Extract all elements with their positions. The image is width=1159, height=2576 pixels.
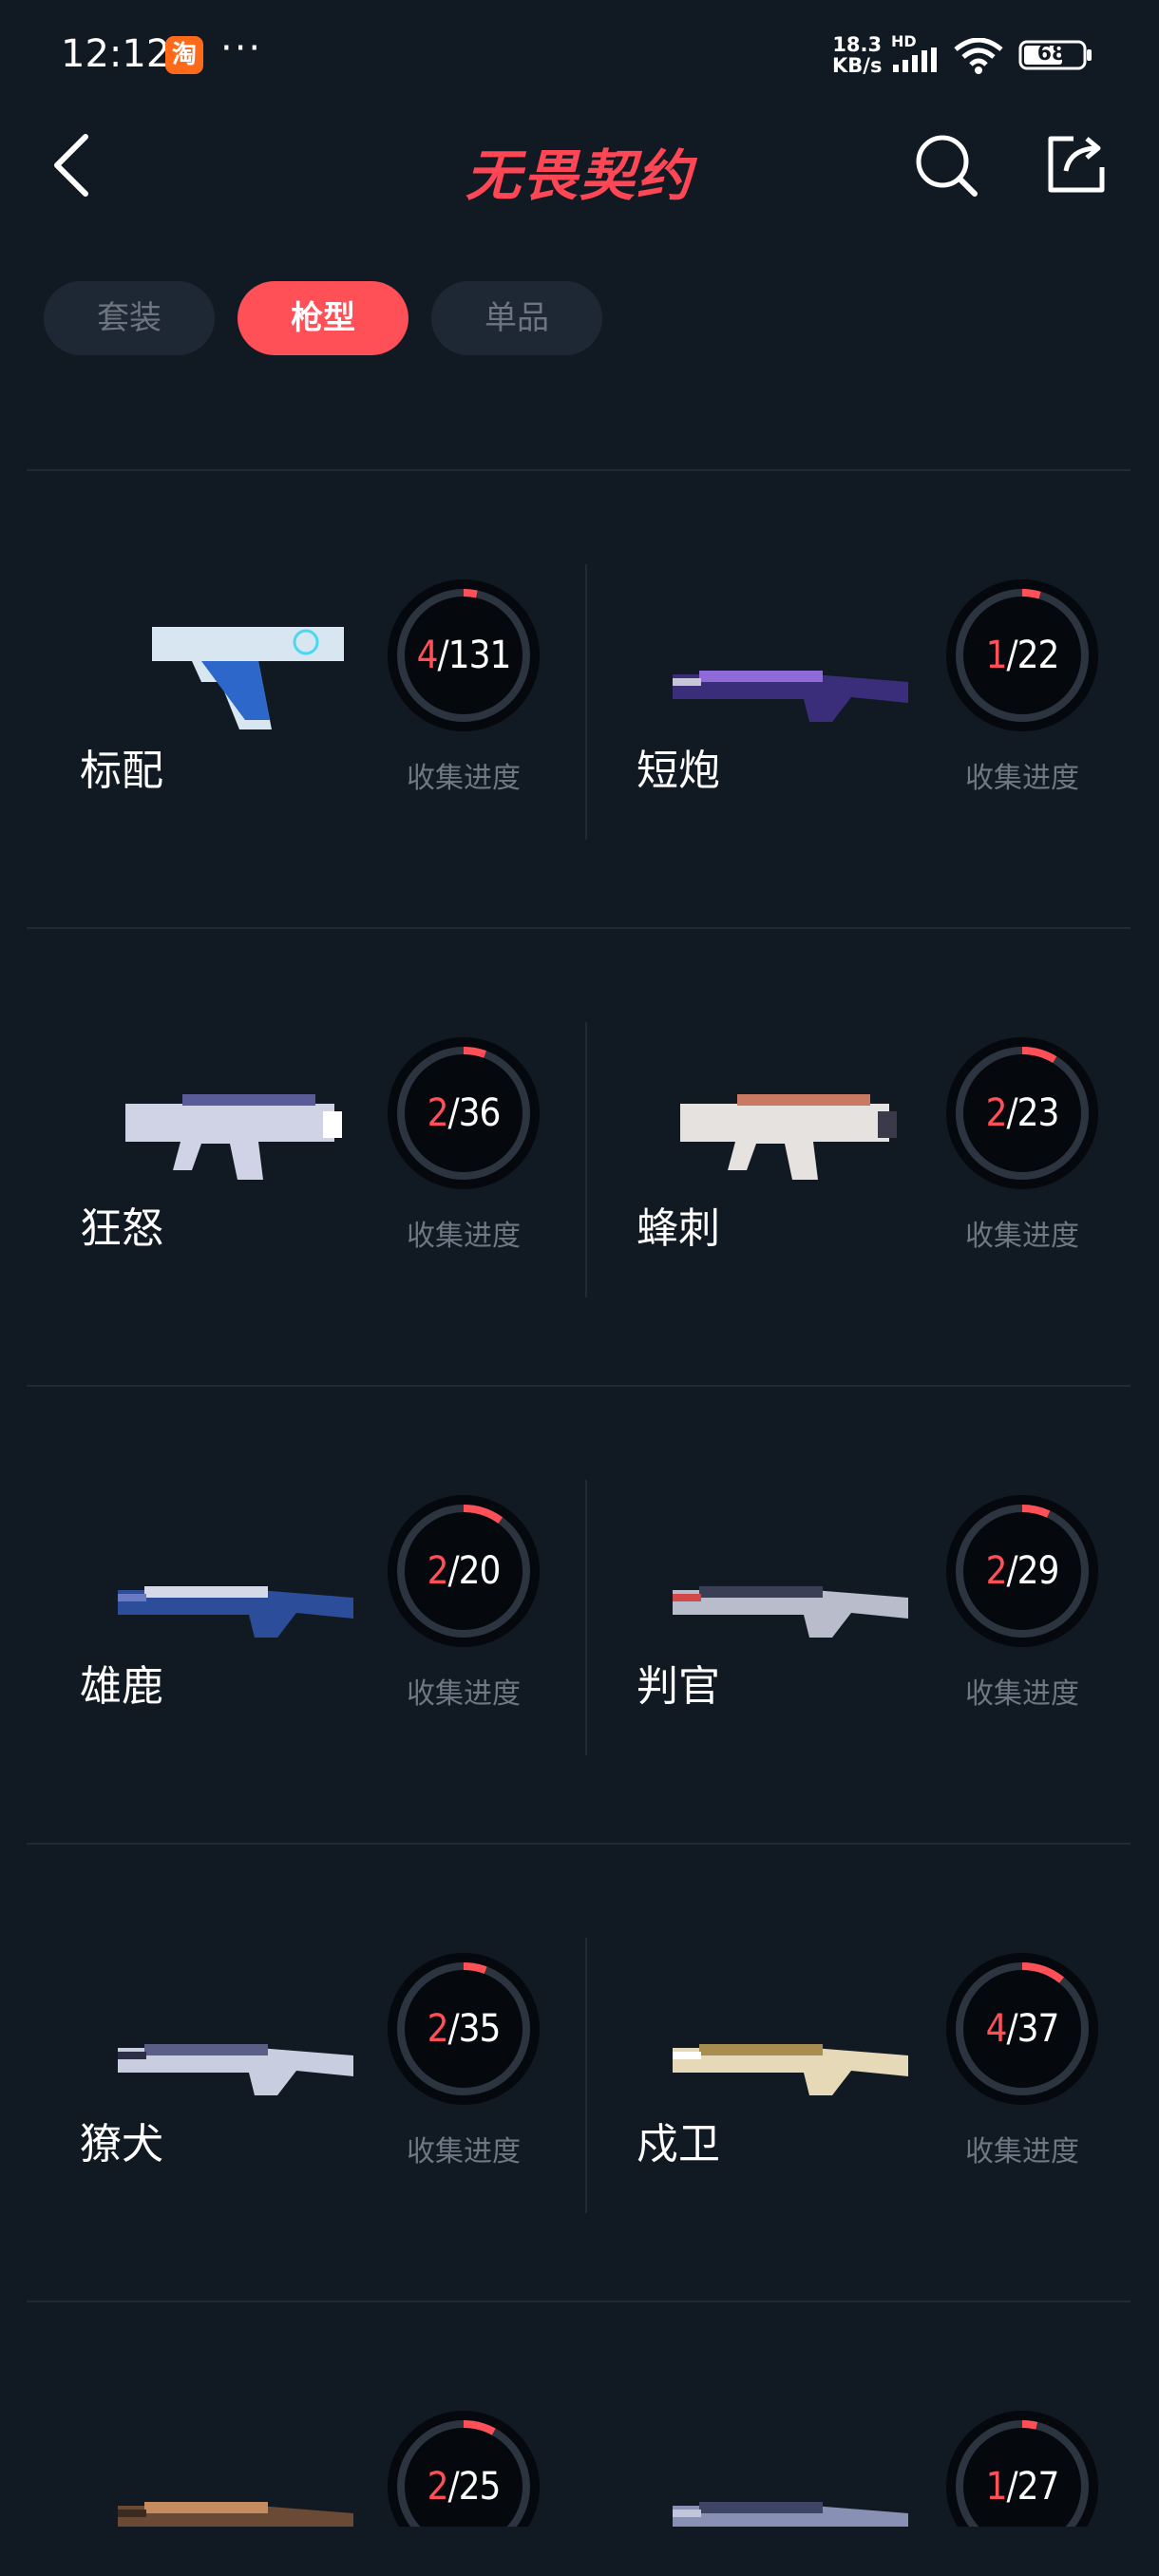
- weapon-name: 短炮: [636, 747, 720, 795]
- weapon-image: [673, 1586, 908, 1638]
- total-count: 131: [447, 634, 512, 677]
- progress-count: 2/35: [388, 1953, 540, 2105]
- collected-count: 2: [427, 2007, 449, 2051]
- weapon-image: [125, 1094, 342, 1180]
- progress-count: 2/23: [946, 1037, 1098, 1189]
- progress-label: 收集进度: [407, 762, 521, 795]
- weapon-image: [118, 1586, 353, 1638]
- progress-label: 收集进度: [965, 1220, 1079, 1253]
- progress-label: 收集进度: [407, 2135, 521, 2169]
- weapon-name: 雄鹿: [80, 1662, 163, 1711]
- row-divider: [27, 1843, 1130, 1845]
- total-count: 37: [1016, 2007, 1060, 2051]
- category-tabs: 套装 枪型 单品: [44, 281, 602, 355]
- weapon-image: [673, 671, 908, 722]
- progress-label: 收集进度: [965, 762, 1079, 795]
- weapon-name: 蜂刺: [636, 1204, 720, 1253]
- weapon-card[interactable]: 雄鹿 2/20 收集进度: [30, 1467, 587, 1761]
- row-divider: [27, 2301, 1130, 2302]
- search-icon[interactable]: [914, 133, 980, 199]
- weapon-image: [152, 627, 344, 729]
- page-title-logo: 无畏契约: [465, 143, 694, 208]
- status-bar: 12:12 淘 ··· 18.3 KB/s HD 68: [0, 0, 1159, 104]
- share-icon[interactable]: [1045, 133, 1108, 196]
- row-divider: [27, 469, 1130, 471]
- total-count: 35: [458, 2007, 502, 2051]
- weapon-name: 判官: [636, 1662, 720, 1711]
- app-screen: 12:12 淘 ··· 18.3 KB/s HD 68 无畏契约 套装 枪型 单…: [0, 0, 1159, 2576]
- row-divider: [27, 1385, 1130, 1387]
- wifi-icon: [954, 38, 1003, 74]
- progress-count: 2/29: [946, 1495, 1098, 1647]
- count-separator: /: [1006, 2465, 1017, 2509]
- progress-count: 1/22: [946, 579, 1098, 731]
- battery-level: 68: [1036, 42, 1067, 66]
- progress-count: 2/20: [388, 1495, 540, 1647]
- weapon-card[interactable]: 狂怒 2/36 收集进度: [30, 1009, 587, 1303]
- taobao-app-icon: 淘: [165, 36, 203, 74]
- weapon-card[interactable]: 短炮 1/22 收集进度: [589, 551, 1146, 845]
- collected-count: 2: [427, 1091, 449, 1135]
- weapon-card[interactable]: 标配 4/131 收集进度: [30, 551, 587, 845]
- weapon-name: 标配: [80, 747, 163, 795]
- network-speed: 18.3 KB/s: [832, 34, 882, 76]
- collected-count: 2: [985, 1549, 1008, 1593]
- total-count: 20: [458, 1549, 502, 1593]
- status-time: 12:12: [61, 32, 171, 76]
- collected-count: 4: [985, 2007, 1008, 2051]
- count-separator: /: [447, 2007, 459, 2051]
- count-separator: /: [1006, 634, 1017, 677]
- collected-count: 4: [416, 634, 439, 677]
- count-separator: /: [447, 1091, 459, 1135]
- total-count: 36: [458, 1091, 502, 1135]
- total-count: 27: [1016, 2465, 1060, 2509]
- tab-gun-type[interactable]: 枪型: [238, 281, 408, 355]
- count-separator: /: [1006, 2007, 1017, 2051]
- weapon-card[interactable]: 蜂刺 2/23 收集进度: [589, 1009, 1146, 1303]
- weapon-card[interactable]: 判官 2/29 收集进度: [589, 1467, 1146, 1761]
- weapon-name: 獠犬: [80, 2120, 163, 2169]
- weapon-card[interactable]: 獠犬 2/35 收集进度: [30, 1924, 587, 2219]
- collected-count: 1: [985, 634, 1008, 677]
- row-divider: [27, 927, 1130, 929]
- total-count: 29: [1016, 1549, 1060, 1593]
- tab-single-item[interactable]: 单品: [431, 281, 602, 355]
- tab-suit[interactable]: 套装: [44, 281, 215, 355]
- count-separator: /: [1006, 1091, 1017, 1135]
- chevron-left-icon[interactable]: [48, 131, 95, 199]
- weapon-name: 戍卫: [636, 2120, 720, 2169]
- total-count: 25: [458, 2465, 502, 2509]
- weapon-image: [680, 1094, 897, 1180]
- weapon-image: [673, 2044, 908, 2095]
- collected-count: 2: [985, 1091, 1008, 1135]
- count-separator: /: [447, 2465, 459, 2509]
- network-speed-value: 18.3: [832, 33, 883, 56]
- count-separator: /: [437, 634, 449, 677]
- collected-count: 1: [985, 2465, 1008, 2509]
- more-notifications-icon: ···: [220, 27, 263, 70]
- count-separator: /: [1006, 1549, 1017, 1593]
- progress-label: 收集进度: [407, 1677, 521, 1711]
- total-count: 23: [1016, 1091, 1060, 1135]
- total-count: 22: [1016, 634, 1060, 677]
- signal-icon: [893, 47, 937, 72]
- weapon-image: [118, 2044, 353, 2095]
- progress-label: 收集进度: [407, 1220, 521, 1253]
- progress-label: 收集进度: [965, 1677, 1079, 1711]
- bottom-bar: [0, 2527, 1159, 2576]
- weapon-name: 狂怒: [80, 1204, 163, 1253]
- count-separator: /: [447, 1549, 459, 1593]
- collected-count: 2: [427, 1549, 449, 1593]
- progress-count: 2/36: [388, 1037, 540, 1189]
- weapon-card[interactable]: 戍卫 4/37 收集进度: [589, 1924, 1146, 2219]
- network-speed-unit: KB/s: [832, 54, 883, 77]
- collected-count: 2: [427, 2465, 449, 2509]
- progress-count: 4/131: [388, 579, 540, 731]
- progress-label: 收集进度: [965, 2135, 1079, 2169]
- progress-count: 4/37: [946, 1953, 1098, 2105]
